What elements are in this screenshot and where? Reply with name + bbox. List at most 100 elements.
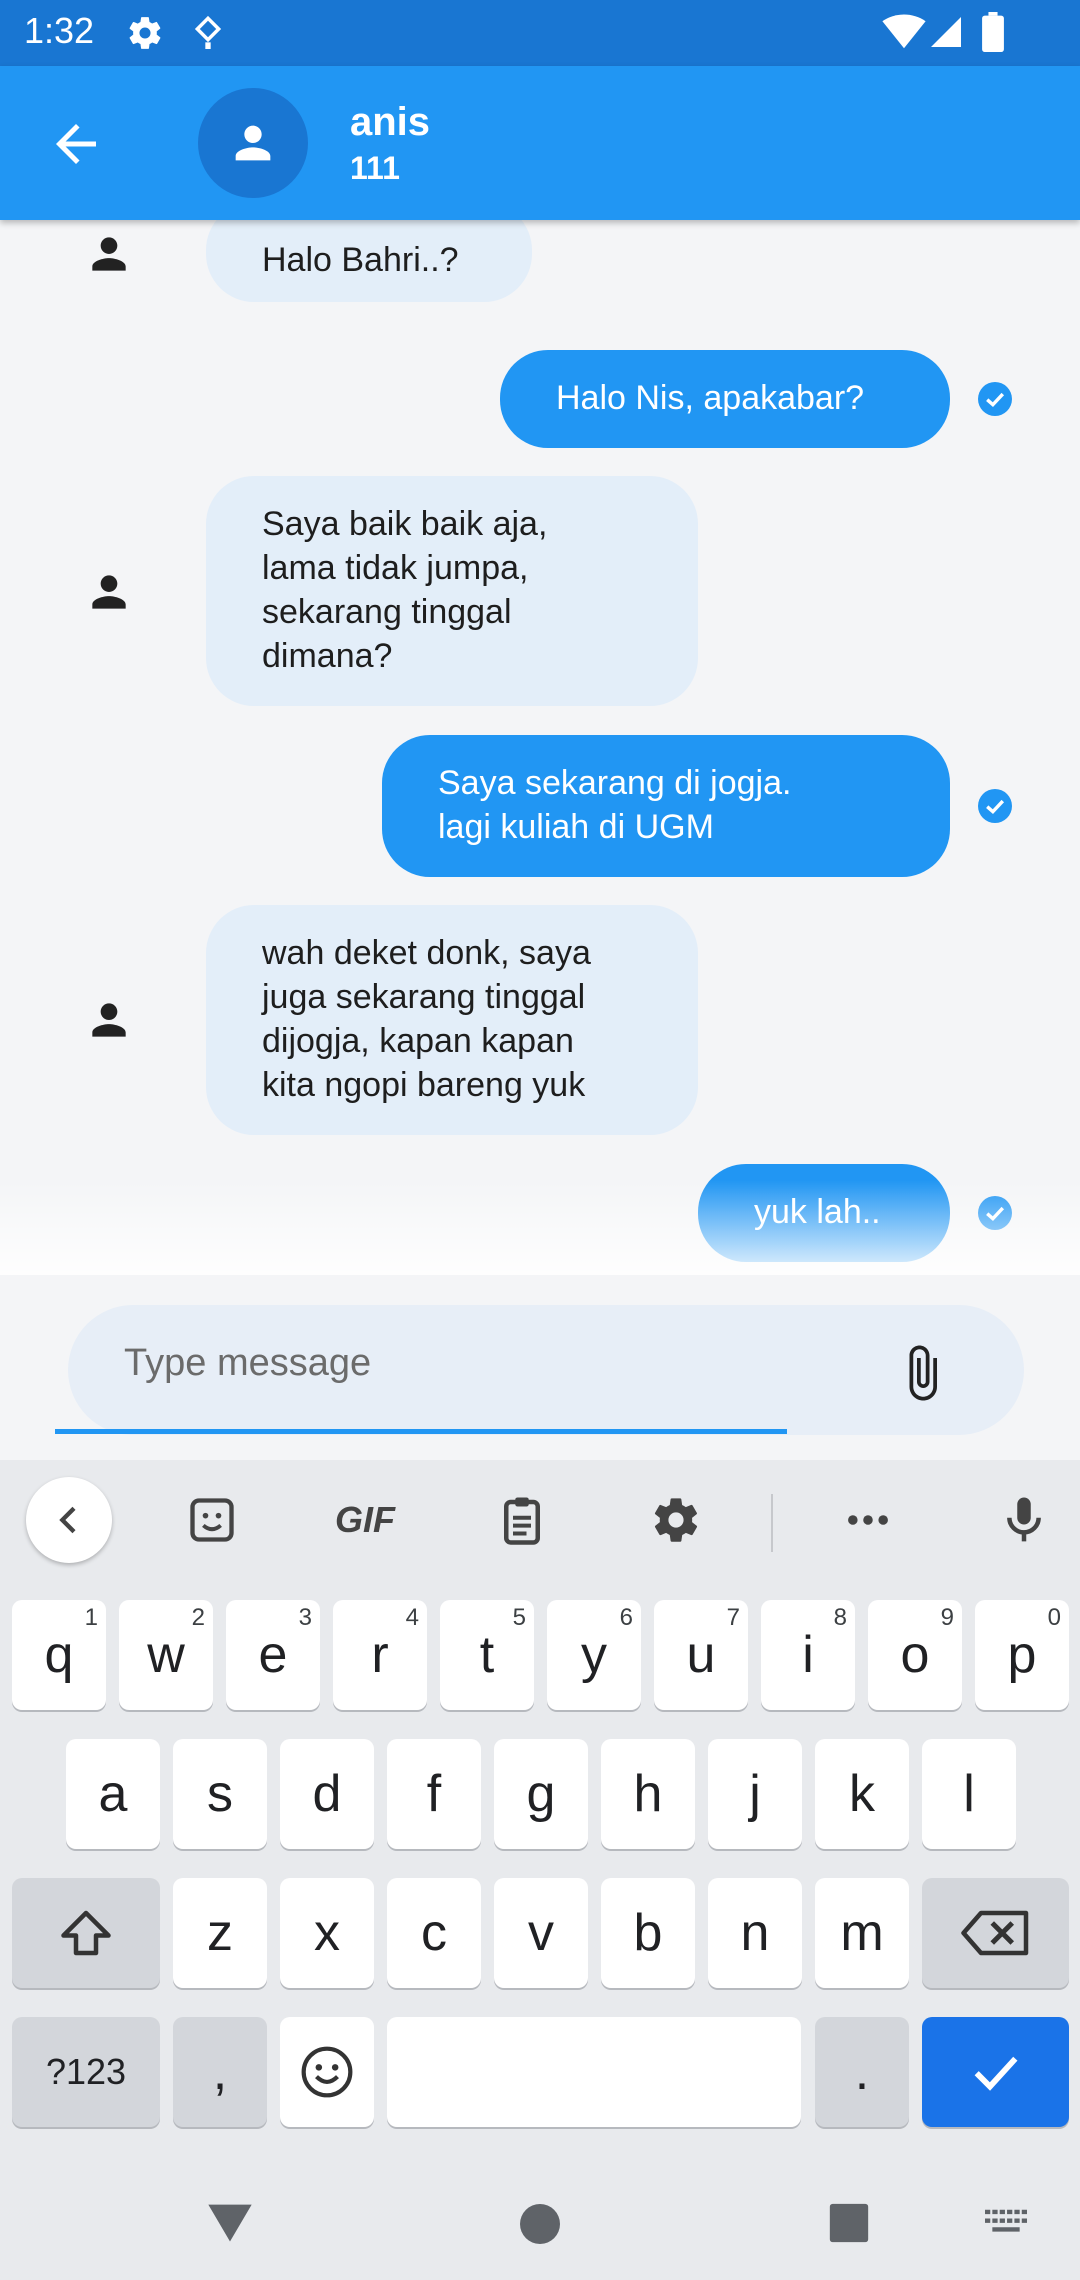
- key-p[interactable]: 0p: [975, 1600, 1069, 1710]
- back-arrow-icon[interactable]: [40, 114, 112, 174]
- check-circle-icon: [978, 1196, 1012, 1230]
- key-u[interactable]: 7u: [654, 1600, 748, 1710]
- key-b[interactable]: b: [601, 1878, 695, 1988]
- key-z[interactable]: z: [173, 1878, 267, 1988]
- key-x[interactable]: x: [280, 1878, 374, 1988]
- message-line: kita ngopi bareng yuk: [262, 1066, 586, 1104]
- key-v[interactable]: v: [494, 1878, 588, 1988]
- app-bar: anis 111: [0, 66, 1080, 220]
- key-h[interactable]: h: [601, 1739, 695, 1849]
- message-bubble[interactable]: Halo Nis, apakabar?: [500, 350, 950, 448]
- back-triangle-icon[interactable]: [204, 2196, 256, 2248]
- soft-keyboard: GIF 1q 2w 3e 4r 5t 6y 7u 8i 9o 0p a s d …: [0, 1460, 1080, 2170]
- gif-button[interactable]: GIF: [320, 1480, 410, 1560]
- check-circle-icon: [978, 789, 1012, 823]
- keyboard-switch-icon[interactable]: [984, 2208, 1028, 2236]
- key-hint: 5: [512, 1604, 526, 1631]
- keyboard-toolbar: GIF: [0, 1460, 1080, 1580]
- key-r[interactable]: 4r: [333, 1600, 427, 1710]
- key-c[interactable]: c: [387, 1878, 481, 1988]
- message-field[interactable]: [68, 1305, 1024, 1435]
- comma-key[interactable]: ,: [173, 2017, 267, 2127]
- signal-icon: [931, 17, 961, 47]
- key-q[interactable]: 1q: [12, 1600, 106, 1710]
- key-hint: 7: [726, 1604, 740, 1631]
- key-d[interactable]: d: [280, 1739, 374, 1849]
- message-text: yuk lah..: [754, 1193, 881, 1231]
- shift-key[interactable]: [12, 1878, 160, 1988]
- backspace-key[interactable]: [922, 1878, 1069, 1988]
- message-input[interactable]: [124, 1331, 884, 1395]
- key-e[interactable]: 3e: [226, 1600, 320, 1710]
- period-key[interactable]: .: [815, 2017, 909, 2127]
- wifi-icon: [882, 14, 926, 49]
- recents-square-icon[interactable]: [826, 2200, 872, 2246]
- message-bubble[interactable]: yuk lah..: [698, 1164, 950, 1262]
- microphone-icon: [1007, 1497, 1041, 1542]
- key-l[interactable]: l: [922, 1739, 1016, 1849]
- key-hint: 0: [1047, 1604, 1061, 1631]
- key-label: i: [802, 1626, 814, 1684]
- message-line: Saya sekarang di jogja.: [438, 764, 792, 802]
- key-y[interactable]: 6y: [547, 1600, 641, 1710]
- message-line: dimana?: [262, 637, 393, 675]
- key-label: q: [44, 1626, 74, 1684]
- key-hint: 6: [619, 1604, 633, 1631]
- key-t[interactable]: 5t: [440, 1600, 534, 1710]
- key-k[interactable]: k: [815, 1739, 909, 1849]
- more-horizontal-icon: [848, 1515, 888, 1525]
- chat-message-list[interactable]: Halo Bahri..? Halo Nis, apakabar? Saya b…: [0, 220, 1080, 1275]
- backspace-icon: [960, 1910, 1028, 1956]
- sticker-icon: [190, 1498, 234, 1542]
- key-g[interactable]: g: [494, 1739, 588, 1849]
- status-time: 1:32: [24, 10, 95, 51]
- check-icon: [974, 2056, 1017, 2091]
- contact-avatar[interactable]: [198, 88, 308, 198]
- key-n[interactable]: n: [708, 1878, 802, 1988]
- message-line: juga sekarang tinggal: [262, 978, 586, 1016]
- input-underline: [55, 1429, 787, 1434]
- key-w[interactable]: 2w: [119, 1600, 213, 1710]
- contact-name: anis: [350, 100, 431, 144]
- message-bubble[interactable]: Halo Bahri..?: [206, 220, 532, 302]
- battery-icon: [982, 12, 1004, 52]
- attachment-icon[interactable]: [892, 1341, 952, 1405]
- check-circle-icon: [978, 382, 1012, 416]
- key-label: o: [900, 1626, 930, 1684]
- chevron-left-icon: [59, 1506, 76, 1534]
- key-label: e: [258, 1626, 288, 1684]
- message-bubble[interactable]: wah deket donk, saya juga sekarang tingg…: [206, 905, 698, 1135]
- key-label: t: [479, 1626, 495, 1684]
- message-composer: [0, 1275, 1080, 1460]
- key-s[interactable]: s: [173, 1739, 267, 1849]
- message-bubble[interactable]: Saya baik baik aja, lama tidak jumpa, se…: [206, 476, 698, 706]
- home-circle-icon[interactable]: [516, 2200, 564, 2248]
- message-line: Saya baik baik aja,: [262, 505, 548, 543]
- voice-input-button[interactable]: [988, 1480, 1060, 1560]
- gear-icon: [654, 1498, 698, 1542]
- message-text: Halo Nis, apakabar?: [556, 379, 865, 417]
- message-bubble[interactable]: Saya sekarang di jogja. lagi kuliah di U…: [382, 735, 950, 877]
- emoji-key[interactable]: [280, 2017, 374, 2127]
- sticker-button[interactable]: [176, 1480, 248, 1560]
- key-j[interactable]: j: [708, 1739, 802, 1849]
- more-options-button[interactable]: [832, 1480, 904, 1560]
- key-a[interactable]: a: [66, 1739, 160, 1849]
- collapse-toolbar-button[interactable]: [26, 1477, 112, 1563]
- space-key[interactable]: [387, 2017, 801, 2127]
- keyboard-settings-button[interactable]: [640, 1480, 712, 1560]
- enter-key[interactable]: [922, 2017, 1069, 2127]
- toolbar-divider: [771, 1494, 773, 1552]
- symbols-key[interactable]: ?123: [12, 2017, 160, 2127]
- key-i[interactable]: 8i: [761, 1600, 855, 1710]
- settings-icon: [129, 17, 161, 49]
- key-f[interactable]: f: [387, 1739, 481, 1849]
- message-line: lagi kuliah di UGM: [438, 808, 714, 846]
- clipboard-button[interactable]: [486, 1480, 558, 1560]
- message-line: dijogja, kapan kapan: [262, 1022, 574, 1060]
- key-m[interactable]: m: [815, 1878, 909, 1988]
- key-label: p: [1007, 1626, 1037, 1684]
- message-line: sekarang tinggal: [262, 593, 512, 631]
- key-o[interactable]: 9o: [868, 1600, 962, 1710]
- key-label: w: [147, 1626, 185, 1684]
